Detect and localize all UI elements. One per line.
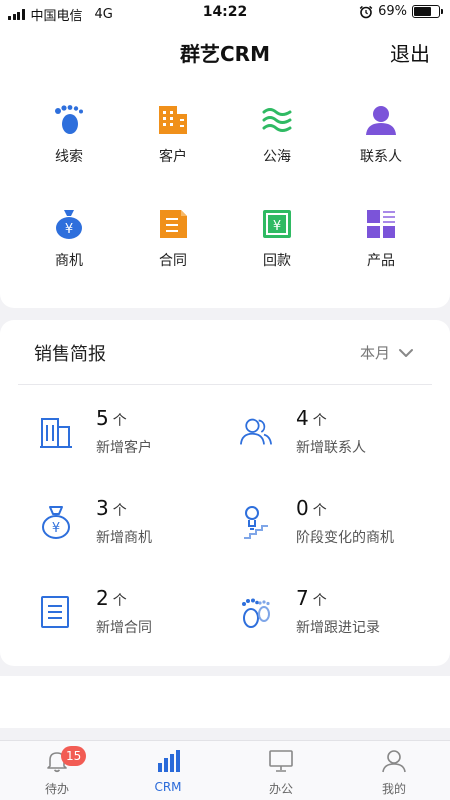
stat-label: 新增联系人 [296,440,366,456]
module-products[interactable]: 产品 [341,208,421,270]
stat-value: 5个 [96,406,127,430]
page-title: 群艺CRM [180,42,270,66]
payment-icon: ¥ [263,210,291,238]
contacts-outline-icon [240,418,272,445]
stat-followup-records[interactable]: 7个 新增跟进记录 [240,586,440,646]
tab-me[interactable]: 我的 [364,749,424,797]
stat-label: 新增商机 [96,530,152,546]
document-outline-icon [41,596,69,628]
stat-value: 2个 [96,586,127,610]
stat-value: 0个 [296,496,327,520]
tab-todo[interactable]: 15 待办 [27,746,87,797]
sales-brief-title: 销售简报 [34,344,106,365]
grid-icon [367,210,395,238]
svg-text:¥: ¥ [273,219,281,234]
stat-new-contacts[interactable]: 4个 新增联系人 [240,406,440,466]
person-icon [366,106,396,135]
stat-value: 7个 [296,586,327,610]
module-label: 回款 [263,253,291,269]
module-label: 线索 [55,149,83,165]
module-contracts[interactable]: 合同 [133,208,213,270]
module-label: 产品 [367,253,395,269]
module-label: 合同 [159,253,187,269]
module-public-pool[interactable]: 公海 [237,104,317,166]
nav-bar: 群艺CRM 退出 [0,26,450,76]
money-bag-outline-icon: ¥ [42,506,70,539]
footprint-icon [55,105,83,134]
user-icon [382,750,406,773]
alarm-icon [359,5,373,18]
status-bar: 中国电信 4G 14:22 69% [0,0,450,26]
stage-outline-icon [244,506,268,539]
status-right: 69% [359,4,443,19]
tab-label: CRM [154,780,182,794]
module-payments[interactable]: ¥ 回款 [237,208,317,270]
building-icon [159,106,187,134]
stat-stage-changes[interactable]: 0个 阶段变化的商机 [240,496,440,556]
tab-label: 办公 [268,782,293,796]
stat-value: 3个 [96,496,127,520]
stat-label: 新增客户 [96,440,152,456]
module-contacts[interactable]: 联系人 [341,104,421,166]
stat-new-contracts[interactable]: 2个 新增合同 [40,586,240,646]
stat-new-customers[interactable]: 5个 新增客户 [40,406,240,466]
stat-label: 阶段变化的商机 [296,530,394,546]
stat-label: 新增跟进记录 [296,620,380,636]
module-label: 公海 [263,149,291,165]
money-bag-icon: ¥ [56,210,82,239]
stat-new-opportunities[interactable]: ¥ 3个 新增商机 [40,496,240,556]
module-label: 商机 [55,253,83,269]
tab-crm[interactable]: CRM [138,749,198,794]
module-leads[interactable]: 线索 [29,104,109,166]
module-label: 联系人 [360,149,402,165]
chevron-down-icon [399,348,413,357]
svg-text:¥: ¥ [65,222,73,237]
waves-icon [262,108,292,132]
divider [18,384,432,385]
tab-bar: 15 待办 CRM 办公 我的 [0,740,450,800]
tab-office[interactable]: 办公 [251,749,311,797]
stat-label: 新增合同 [96,620,152,636]
module-customers[interactable]: 客户 [133,104,213,166]
bar-chart-icon [158,750,180,772]
logout-button[interactable]: 退出 [390,38,430,67]
period-selector[interactable]: 本月 [360,342,414,363]
contract-icon [160,210,187,238]
module-label: 客户 [159,149,187,165]
monitor-icon [269,750,293,772]
svg-text:¥: ¥ [52,521,60,536]
todo-badge: 15 [61,746,87,766]
module-grid-card: 线索 客户 公海 联系人 ¥ 商机 合同 ¥ 回款 产品 [0,76,450,308]
period-label: 本月 [359,344,390,362]
tab-label: 待办 [44,782,69,796]
stat-value: 4个 [296,406,327,430]
module-opportunities[interactable]: ¥ 商机 [29,208,109,270]
footprint-outline-icon [242,598,270,628]
tab-label: 我的 [381,782,406,796]
empty-section [0,676,450,728]
building-outline-icon [40,418,72,448]
battery-icon [412,5,443,18]
battery-percent: 69% [378,4,407,19]
sales-brief-card: 销售简报 本月 5个 新增客户 4个 新增联系人 ¥ 3 个 新增商机 0 个 … [0,320,450,666]
